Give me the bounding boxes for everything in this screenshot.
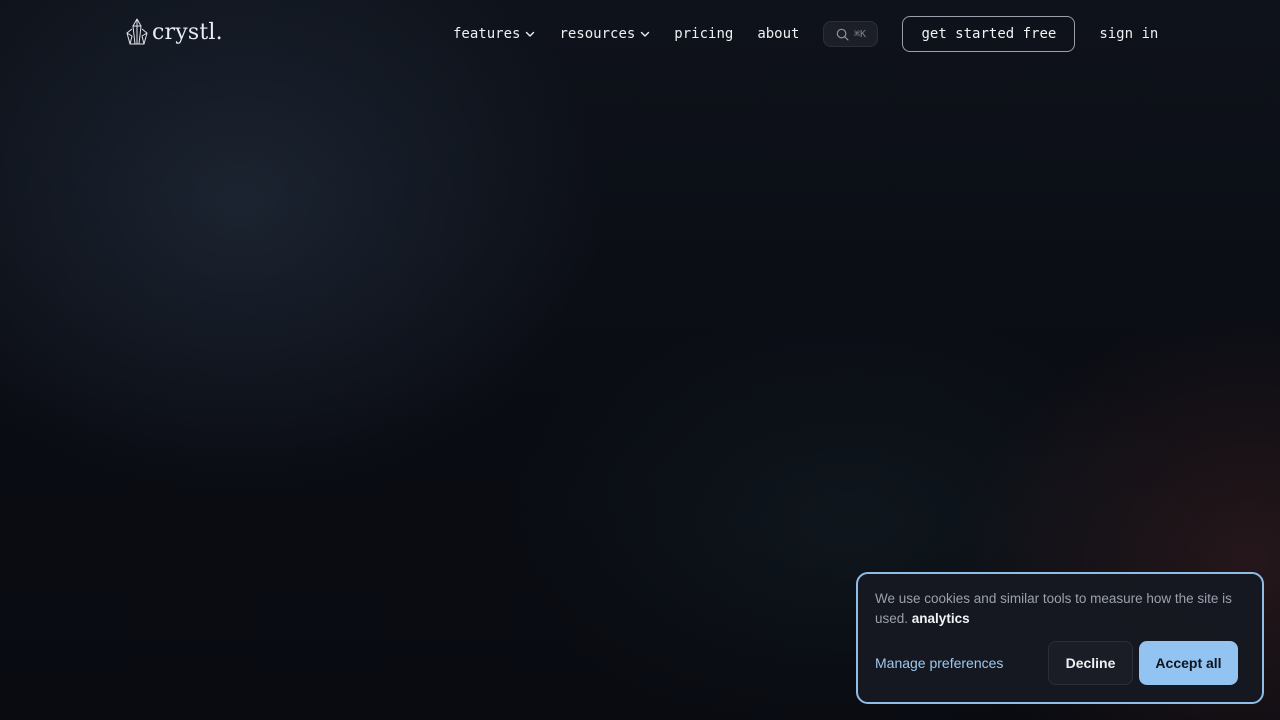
manage-preferences-link[interactable]: Manage preferences (875, 655, 1003, 671)
cookie-banner: We use cookies and similar tools to meas… (856, 572, 1264, 704)
top-nav: crystl. features resources pricing about (0, 0, 1280, 70)
nav-item-features[interactable]: features (453, 26, 535, 42)
cookie-highlight: analytics (911, 611, 970, 626)
sign-in-link[interactable]: sign in (1099, 26, 1158, 42)
nav-item-label: features (453, 26, 521, 42)
nav-item-label: pricing (674, 26, 734, 42)
nav-item-pricing[interactable]: pricing (674, 26, 733, 42)
chevron-down-icon (526, 31, 535, 37)
search-shortcut: ⌘K (853, 28, 866, 40)
decline-button[interactable]: Decline (1048, 641, 1133, 685)
nav-item-label: about (757, 26, 800, 42)
crystal-icon (126, 18, 148, 45)
chevron-down-icon (641, 31, 650, 37)
cookie-actions: Manage preferences Decline Accept all (875, 641, 1238, 685)
accept-all-button[interactable]: Accept all (1139, 641, 1238, 685)
nav-item-label: resources (559, 26, 636, 42)
get-started-button[interactable]: get started free (902, 16, 1076, 52)
brand-logo[interactable]: crystl. (124, 17, 223, 47)
nav-item-about[interactable]: about (757, 26, 799, 42)
brand-name: crystl. (152, 19, 223, 45)
search-icon (836, 28, 849, 40)
nav-item-resources[interactable]: resources (559, 26, 650, 42)
cookie-message: We use cookies and similar tools to meas… (875, 589, 1245, 629)
search-button[interactable]: ⌘K (823, 21, 879, 47)
main-menu: features resources pricing about ⌘K get … (453, 16, 1158, 52)
